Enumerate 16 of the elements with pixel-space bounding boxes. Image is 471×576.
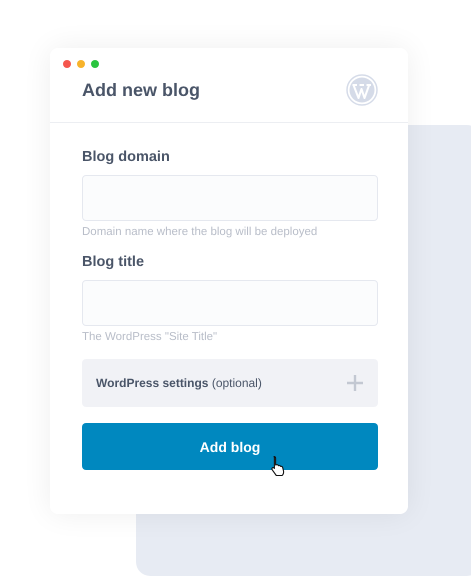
close-dot-icon[interactable]	[63, 60, 71, 68]
field-label: Blog title	[82, 254, 146, 270]
field-hint: The WordPress "Site Title"	[82, 331, 218, 343]
input-field[interactable]	[82, 175, 378, 221]
minimize-dot-icon[interactable]	[77, 60, 85, 68]
plus-icon[interactable]	[346, 374, 364, 392]
field-hint: Domain name where the blog will be deployed	[82, 226, 318, 238]
settings-accordion[interactable]: WordPress settings (optional)	[82, 359, 378, 407]
settings-label: WordPress settings (optional)	[96, 376, 262, 390]
maximize-dot-icon[interactable]	[91, 60, 99, 68]
window-title: Add new blog	[82, 80, 200, 100]
field-label: Blog domain	[82, 149, 171, 165]
input-field[interactable]	[82, 280, 378, 326]
add-blog-button[interactable]: Add blog	[82, 423, 378, 470]
pointer-cursor-icon	[269, 455, 287, 477]
logo-icon	[346, 74, 378, 106]
